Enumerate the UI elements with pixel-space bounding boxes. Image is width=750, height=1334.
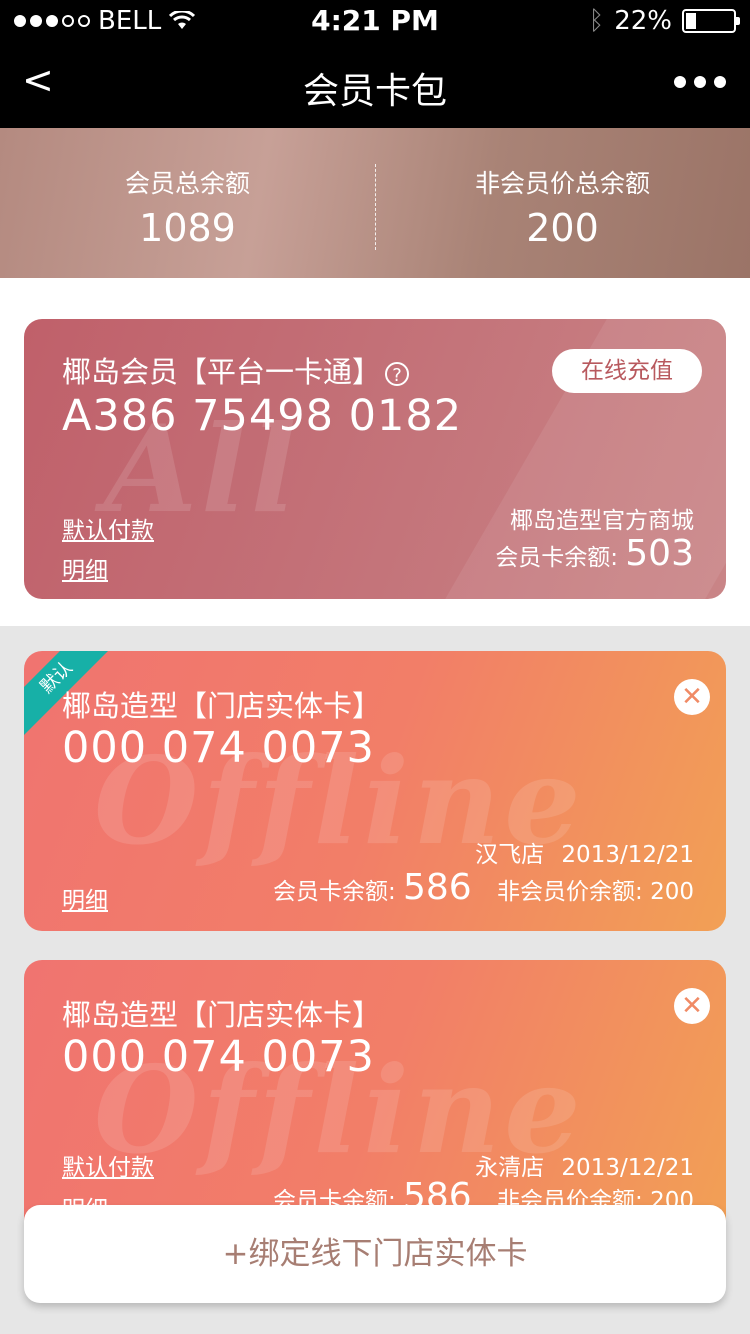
bind-card-button[interactable]: +绑定线下门店实体卡 — [24, 1205, 726, 1303]
card-number: A386 75498 0182 — [62, 391, 463, 441]
close-icon[interactable]: ✕ — [674, 679, 710, 715]
balance-summary: 会员总余额 1089 非会员价总余额 200 — [0, 128, 750, 278]
default-pay-link[interactable]: 默认付款 — [62, 1148, 154, 1182]
balance-value: 503 — [625, 533, 694, 574]
card-name: 椰岛造型【门店实体卡】 — [62, 998, 382, 1032]
close-icon[interactable]: ✕ — [674, 988, 710, 1024]
card-balances: 会员卡余额: 586 非会员价余额: 200 — [273, 867, 694, 908]
member-total-value: 1089 — [139, 206, 236, 250]
nonmember-total-value: 200 — [526, 206, 599, 250]
store-name: 汉飞店 — [475, 842, 545, 868]
nonmember-value: 200 — [650, 879, 694, 905]
page-title: 会员卡包 — [302, 71, 447, 112]
nonmember-total: 非会员价总余额 200 — [375, 164, 750, 250]
recharge-button[interactable]: 在线充值 — [552, 349, 702, 393]
nonmember-total-label: 非会员价总余额 — [474, 169, 650, 198]
card-name: 椰岛会员【平台一卡通】? — [62, 349, 410, 391]
card-name: 椰岛造型【门店实体卡】 — [62, 689, 382, 723]
store-name: 椰岛造型官方商城 — [510, 508, 694, 534]
balance-label: 会员卡余额: — [272, 879, 396, 905]
battery-icon — [682, 9, 740, 33]
detail-link[interactable]: 明细 — [62, 881, 108, 915]
nonmember-label: 非会员价余额: — [497, 879, 643, 905]
help-icon[interactable]: ? — [385, 362, 410, 386]
nav-bar: < 会员卡包 — [0, 40, 750, 128]
detail-link[interactable]: 明细 — [62, 551, 108, 585]
store-date: 汉飞店 2013/12/21 — [475, 835, 694, 869]
card-number: 000 074 0073 — [62, 723, 375, 773]
member-total-label: 会员总余额 — [124, 169, 250, 198]
card-number: 000 074 0073 — [62, 1032, 375, 1082]
bluetooth-icon: ᛒ — [588, 6, 605, 36]
offline-card[interactable]: Offline 椰岛造型【门店实体卡】 000 074 0073 ✕ 默认付款 … — [24, 960, 726, 1240]
member-total: 会员总余额 1089 — [0, 164, 375, 250]
offline-card[interactable]: 默认 Offline 椰岛造型【门店实体卡】 000 074 0073 ✕ 汉飞… — [24, 651, 726, 931]
balance-label: 会员卡余额: — [495, 545, 618, 571]
card-balance: 会员卡余额: 503 — [495, 533, 694, 574]
balance-value: 586 — [403, 867, 472, 908]
status-right: ᛒ 22% — [588, 6, 740, 36]
card-date: 2013/12/21 — [561, 842, 694, 868]
default-pay-link[interactable]: 默认付款 — [62, 511, 154, 545]
platform-card[interactable]: All 椰岛会员【平台一卡通】? A386 75498 0182 在线充值 默认… — [24, 319, 726, 599]
status-bar: BELL 4:21 PM ᛒ 22% — [0, 0, 750, 40]
battery-percent: 22% — [614, 6, 672, 36]
more-button[interactable] — [674, 76, 726, 88]
